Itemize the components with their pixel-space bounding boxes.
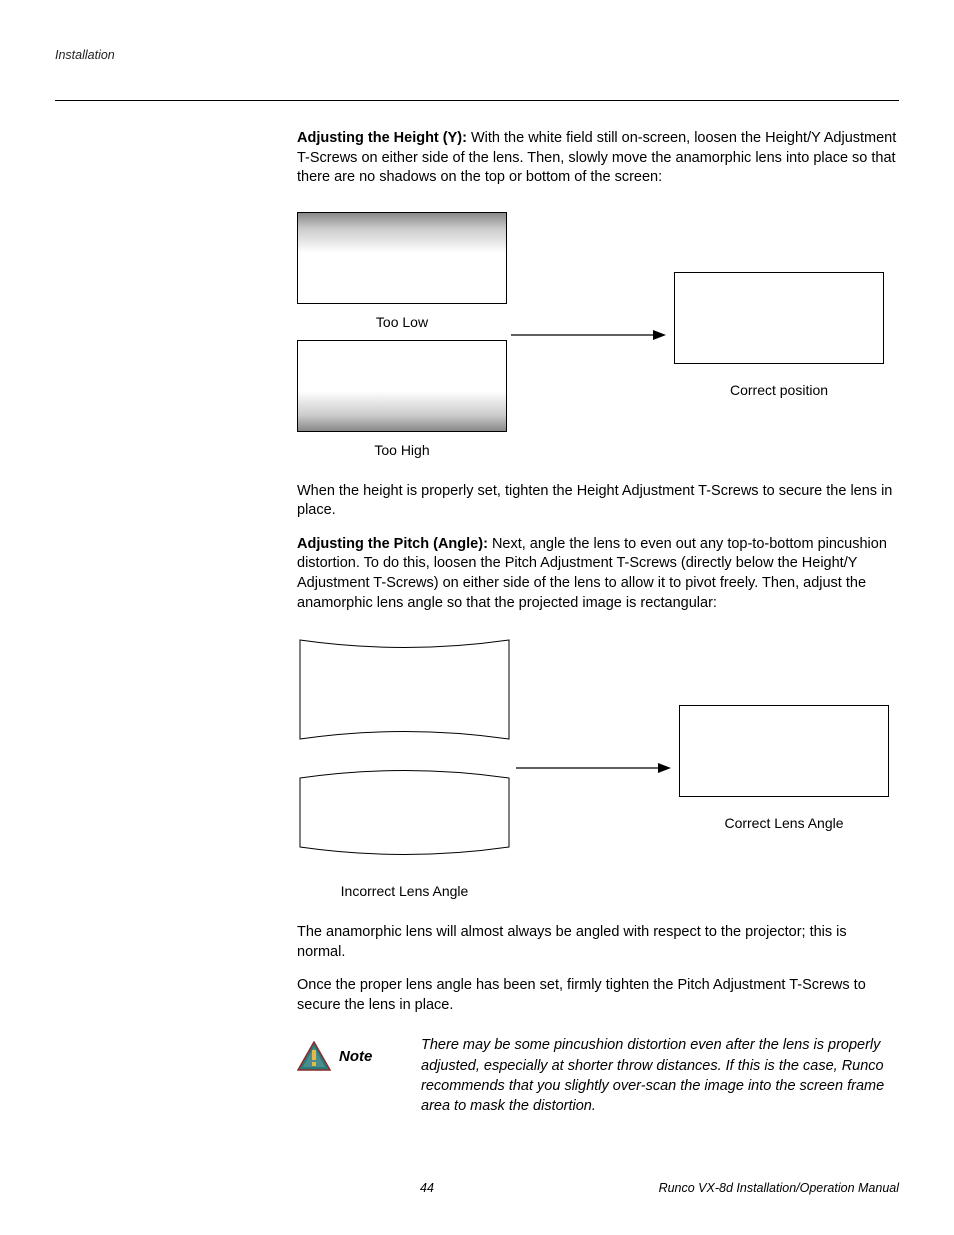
page-footer: 44 Runco VX-8d Installation/Operation Ma… bbox=[55, 1151, 899, 1195]
height-set-paragraph: When the height is properly set, tighten… bbox=[297, 482, 899, 521]
pincushion-down-box bbox=[297, 760, 512, 865]
page-content: Adjusting the Height (Y): With the white… bbox=[297, 129, 899, 1151]
adjusting-height-bold: Adjusting the Height (Y): bbox=[297, 130, 471, 146]
too-low-box bbox=[297, 212, 507, 304]
adjusting-height-paragraph: Adjusting the Height (Y): With the white… bbox=[297, 129, 899, 188]
too-low-label: Too Low bbox=[376, 314, 428, 330]
too-high-label: Too High bbox=[374, 442, 429, 458]
warning-icon bbox=[297, 1041, 331, 1071]
note-text: There may be some pincushion distortion … bbox=[421, 1035, 899, 1116]
once-proper-paragraph: Once the proper lens angle has been set,… bbox=[297, 976, 899, 1015]
pincushion-up-box bbox=[297, 637, 512, 742]
anamorphic-paragraph: The anamorphic lens will almost always b… bbox=[297, 923, 899, 962]
section-header: Installation bbox=[55, 48, 899, 62]
incorrect-lens-angle-label: Incorrect Lens Angle bbox=[341, 883, 469, 899]
height-diagram: Too Low Too High Correct position bbox=[297, 212, 899, 458]
pitch-diagram: Incorrect Lens Angle Correct Lens Angle bbox=[297, 637, 899, 899]
note-label: Note bbox=[339, 1048, 372, 1065]
correct-lens-angle-box bbox=[679, 705, 889, 797]
correct-position-box bbox=[674, 272, 884, 364]
correct-lens-angle-label: Correct Lens Angle bbox=[724, 815, 843, 831]
adjusting-pitch-bold: Adjusting the Pitch (Angle): bbox=[297, 536, 492, 552]
header-rule bbox=[55, 100, 899, 101]
arrow-right-icon bbox=[511, 329, 666, 341]
arrow-right-icon bbox=[516, 762, 671, 774]
manual-title: Runco VX-8d Installation/Operation Manua… bbox=[599, 1181, 899, 1195]
page-number: 44 bbox=[255, 1181, 599, 1195]
correct-position-label: Correct position bbox=[730, 382, 828, 398]
too-high-box bbox=[297, 340, 507, 432]
note-row: Note There may be some pincushion distor… bbox=[297, 1035, 899, 1116]
adjusting-pitch-paragraph: Adjusting the Pitch (Angle): Next, angle… bbox=[297, 535, 899, 613]
